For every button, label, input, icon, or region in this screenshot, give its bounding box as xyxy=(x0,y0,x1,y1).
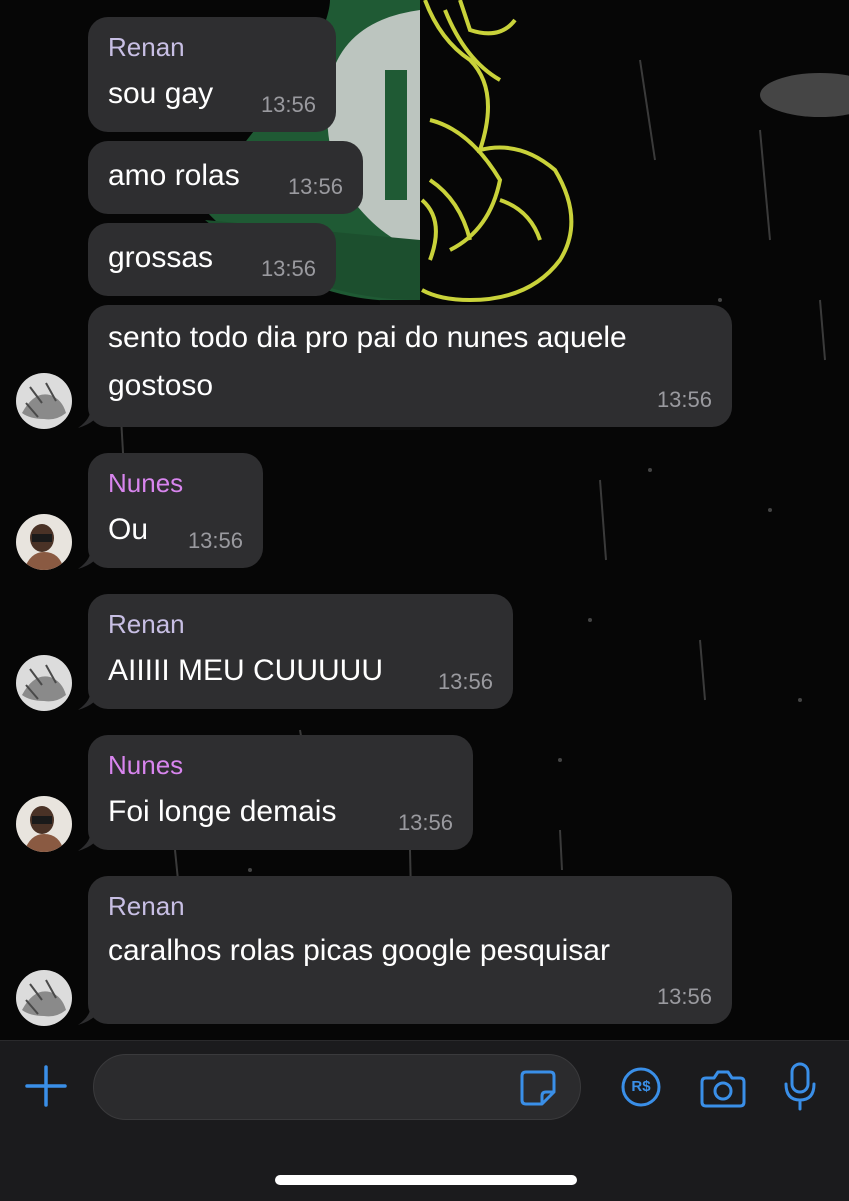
avatar[interactable] xyxy=(16,796,72,852)
avatar-image-renan xyxy=(16,970,72,1026)
payment-symbol: R$ xyxy=(631,1078,651,1095)
message-time: 13:56 xyxy=(260,92,316,117)
message-bubble[interactable]: Renan AIIIII MEU CUUUUU 13:56 xyxy=(88,594,513,709)
avatar-image-nunes xyxy=(16,796,72,852)
message-time: 13:56 xyxy=(187,528,243,553)
avatar-image-renan xyxy=(16,373,72,429)
microphone-icon[interactable] xyxy=(782,1062,818,1112)
message-text: caralhos rolas picas google pesquisar xyxy=(108,934,610,967)
avatar[interactable] xyxy=(16,970,72,1026)
message-text: Foi longe demais xyxy=(108,795,337,828)
bubble-tail xyxy=(78,690,102,710)
message-text: grossas xyxy=(108,241,214,274)
message-text: amo rolas xyxy=(108,159,240,192)
sender-name: Nunes xyxy=(108,468,184,498)
message-time: 13:56 xyxy=(437,669,493,694)
message-time: 13:56 xyxy=(656,984,712,1009)
message-time: 13:56 xyxy=(287,174,343,199)
message-text: AIIIII MEU CUUUUU xyxy=(108,654,384,687)
camera-icon[interactable] xyxy=(700,1068,746,1108)
message-bubble[interactable]: Nunes Ou 13:56 xyxy=(88,453,263,568)
message-text: gostoso xyxy=(108,369,214,402)
message-bubble[interactable]: amo rolas 13:56 xyxy=(88,141,363,214)
avatar[interactable] xyxy=(16,514,72,570)
avatar-image-nunes xyxy=(16,514,72,570)
sender-name: Renan xyxy=(108,609,185,639)
message-bubble[interactable]: grossas 13:56 xyxy=(88,223,336,296)
message-text: sento todo dia pro pai do nunes aquele xyxy=(108,321,627,354)
sender-name: Renan xyxy=(108,32,185,62)
message-bubble[interactable]: Renan sou gay 13:56 xyxy=(88,17,336,132)
avatar[interactable] xyxy=(16,373,72,429)
message-bubble[interactable]: Renan caralhos rolas picas google pesqui… xyxy=(88,876,732,1024)
message-time: 13:56 xyxy=(397,810,453,835)
payment-icon[interactable]: R$ xyxy=(620,1066,662,1108)
message-time: 13:56 xyxy=(260,256,316,281)
home-indicator[interactable] xyxy=(275,1175,577,1185)
bubble-tail xyxy=(78,549,102,569)
bubble-tail xyxy=(78,408,102,428)
sender-name: Renan xyxy=(108,891,185,921)
message-text: Ou xyxy=(108,513,149,546)
message-bubble[interactable]: sento todo dia pro pai do nunes aquele g… xyxy=(88,305,732,427)
avatar[interactable] xyxy=(16,655,72,711)
message-text: sou gay xyxy=(108,77,214,110)
plus-icon[interactable] xyxy=(24,1064,68,1108)
message-input-field[interactable] xyxy=(93,1054,581,1120)
bubble-tail xyxy=(78,1005,102,1025)
sender-name: Nunes xyxy=(108,750,184,780)
message-bubble[interactable]: Nunes Foi longe demais 13:56 xyxy=(88,735,473,850)
wallpaper-light-streak xyxy=(760,73,849,117)
sticker-icon[interactable] xyxy=(518,1068,558,1108)
message-time: 13:56 xyxy=(656,387,712,412)
message-input[interactable] xyxy=(112,1069,516,1107)
bubble-tail xyxy=(78,831,102,851)
avatar-image-renan xyxy=(16,655,72,711)
